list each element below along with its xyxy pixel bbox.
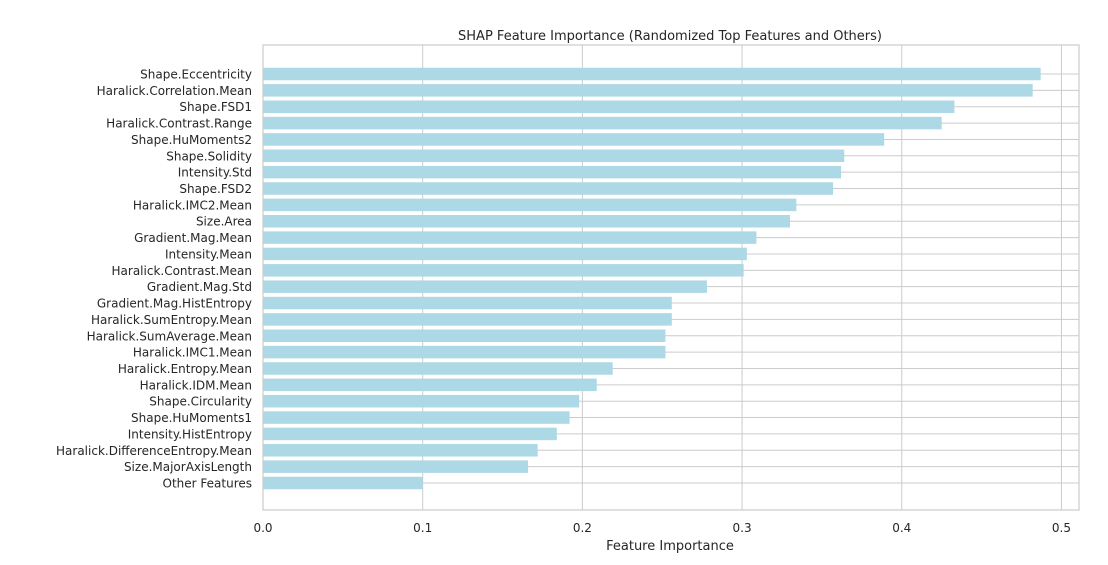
y-tick-label: Shape.Solidity: [166, 149, 252, 163]
y-tick-label: Haralick.IDM.Mean: [140, 378, 252, 392]
y-tick-label: Haralick.IMC1.Mean: [133, 346, 252, 360]
bar: [263, 100, 955, 113]
x-tick-label: 0.0: [253, 521, 272, 535]
x-tick-label: 0.3: [733, 521, 752, 535]
x-tick-label: 0.4: [892, 521, 911, 535]
y-tick-label: Size.MajorAxisLength: [124, 460, 252, 474]
bar: [263, 198, 797, 212]
y-tick-label: Haralick.SumAverage.Mean: [87, 329, 252, 343]
bar: [263, 444, 538, 457]
bar: [263, 116, 942, 130]
y-tick-label: Shape.HuMoments1: [131, 411, 252, 425]
y-tick-label: Haralick.Entropy.Mean: [118, 362, 252, 376]
bar: [263, 133, 885, 146]
bar: [263, 345, 666, 359]
bar: [263, 476, 423, 490]
x-tick-labels: 0.0 0.1 0.2 0.3 0.4 0.5: [253, 521, 1071, 535]
bar: [263, 460, 529, 473]
bar: [263, 84, 1033, 97]
y-tick-label: Intensity.Std: [178, 166, 252, 180]
y-tick-label: Shape.FSD1: [179, 100, 252, 114]
bar: [263, 247, 747, 261]
shap-feature-importance-chart: SHAP Feature Importance (Randomized Top …: [56, 29, 1080, 554]
y-tick-label: Haralick.Correlation.Mean: [97, 84, 252, 98]
bar: [263, 378, 597, 392]
bar: [263, 411, 570, 424]
y-tick-label: Haralick.DifferenceEntropy.Mean: [56, 444, 252, 458]
y-tick-label: Other Features: [163, 477, 252, 491]
bar: [263, 296, 672, 310]
y-tick-label: Gradient.Mag.Std: [147, 280, 252, 294]
y-tick-label: Size.Area: [196, 215, 252, 229]
bar: [263, 394, 580, 408]
y-tick-label: Shape.HuMoments2: [131, 133, 252, 147]
bar: [263, 214, 790, 228]
bar: [263, 329, 666, 343]
axes-frame: [263, 45, 1079, 510]
x-tick-label: 0.5: [1052, 521, 1071, 535]
x-tick-label: 0.1: [413, 521, 432, 535]
bar: [263, 280, 707, 293]
y-tick-label: Gradient.Mag.HistEntropy: [97, 297, 252, 311]
bar: [263, 165, 842, 179]
y-tick-label: Haralick.SumEntropy.Mean: [91, 313, 252, 327]
y-tick-label: Haralick.IMC2.Mean: [133, 198, 252, 212]
chart-title: SHAP Feature Importance (Randomized Top …: [458, 29, 882, 44]
y-tick-labels: Shape.Eccentricity Haralick.Correlation.M…: [56, 68, 252, 491]
plot-area: [262, 44, 1080, 511]
x-axis-label: Feature Importance: [606, 539, 734, 554]
bar: [263, 362, 613, 375]
y-tick-label: Shape.Eccentricity: [140, 68, 252, 82]
y-tick-label: Intensity.HistEntropy: [128, 427, 252, 441]
bar: [263, 264, 744, 277]
bar: [263, 231, 757, 244]
bar: [263, 67, 1041, 81]
bar: [263, 149, 845, 163]
y-tick-label: Haralick.Contrast.Range: [106, 117, 252, 131]
bar: [263, 182, 834, 195]
y-tick-label: Haralick.Contrast.Mean: [112, 264, 252, 278]
y-tick-label: Gradient.Mag.Mean: [134, 231, 252, 245]
bar: [263, 313, 672, 326]
y-tick-label: Shape.FSD2: [179, 182, 252, 196]
y-tick-label: Shape.Circularity: [149, 395, 252, 409]
x-tick-label: 0.2: [573, 521, 592, 535]
y-tick-label: Intensity.Mean: [165, 247, 252, 261]
bar: [263, 427, 557, 441]
